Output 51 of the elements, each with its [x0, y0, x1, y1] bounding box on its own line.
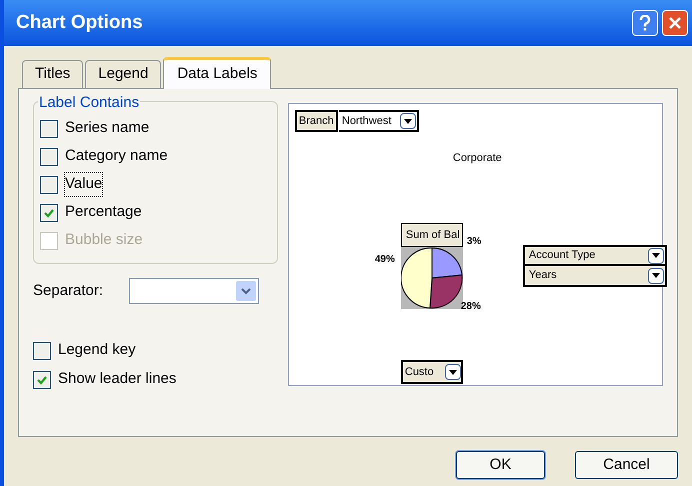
- help-icon: [639, 15, 651, 31]
- chevron-down-icon: [236, 281, 256, 301]
- checkbox-label: Bubble size: [65, 230, 143, 250]
- checkbox-label: Series name: [65, 118, 150, 138]
- help-button[interactable]: [632, 10, 658, 36]
- dialog-button[interactable]: Cancel: [575, 451, 678, 479]
- checkbox-label: Category name: [65, 146, 168, 166]
- data-label: 28%: [460, 300, 481, 314]
- field-button[interactable]: Branch: [294, 110, 338, 132]
- close-icon: [668, 16, 682, 30]
- caret-down-icon: [404, 118, 412, 124]
- checkbox-label: Show leader lines: [58, 369, 176, 390]
- checkmark-icon: [36, 374, 48, 386]
- chart-title: Corporate: [452, 151, 502, 166]
- checkbox[interactable]: [33, 342, 51, 360]
- checkmark-icon: [43, 206, 55, 218]
- field-button[interactable]: Sum of Bal: [400, 223, 463, 247]
- separator-label: Separator:: [33, 280, 104, 301]
- dropdown-value: Account Type: [528, 248, 596, 264]
- caret-down-icon: [652, 273, 660, 278]
- field-dropdown[interactable]: Custo: [400, 360, 463, 384]
- checkbox-label: Percentage: [65, 202, 142, 222]
- dropdown-arrow-button[interactable]: [400, 113, 416, 129]
- checkbox[interactable]: [40, 204, 58, 222]
- tab[interactable]: Titles: [22, 60, 84, 88]
- field-dropdown[interactable]: Years: [522, 266, 667, 287]
- field-dropdown[interactable]: Account Type: [522, 245, 667, 266]
- tab[interactable]: Legend: [85, 60, 162, 88]
- caret-down-icon: [652, 253, 660, 258]
- dropdown-value: Years: [528, 268, 557, 284]
- dropdown-arrow-button[interactable]: [648, 268, 664, 284]
- checkbox-label: Value: [65, 173, 102, 196]
- checkbox[interactable]: [33, 370, 51, 388]
- tab[interactable]: Data Labels: [163, 57, 272, 89]
- window-title: Chart Options: [16, 10, 144, 35]
- dropdown-arrow-button[interactable]: [444, 364, 461, 380]
- checkbox[interactable]: [40, 120, 58, 138]
- close-button[interactable]: [662, 10, 688, 36]
- checkbox-label: Legend key: [58, 340, 136, 360]
- separator-dropdown[interactable]: [129, 278, 259, 304]
- checkbox[interactable]: [40, 176, 58, 194]
- data-label: 3%: [466, 235, 482, 249]
- checkbox[interactable]: [40, 148, 58, 166]
- pie-chart-drawing: [400, 247, 463, 309]
- dropdown-value: Custo: [404, 364, 435, 380]
- dropdown-value: Northwest: [342, 114, 392, 129]
- field-dropdown[interactable]: Northwest: [338, 110, 419, 132]
- dialog-button[interactable]: OK: [456, 451, 545, 479]
- caret-down-icon: [448, 370, 457, 374]
- data-label: 49%: [374, 253, 395, 267]
- dropdown-arrow-button[interactable]: [648, 248, 664, 264]
